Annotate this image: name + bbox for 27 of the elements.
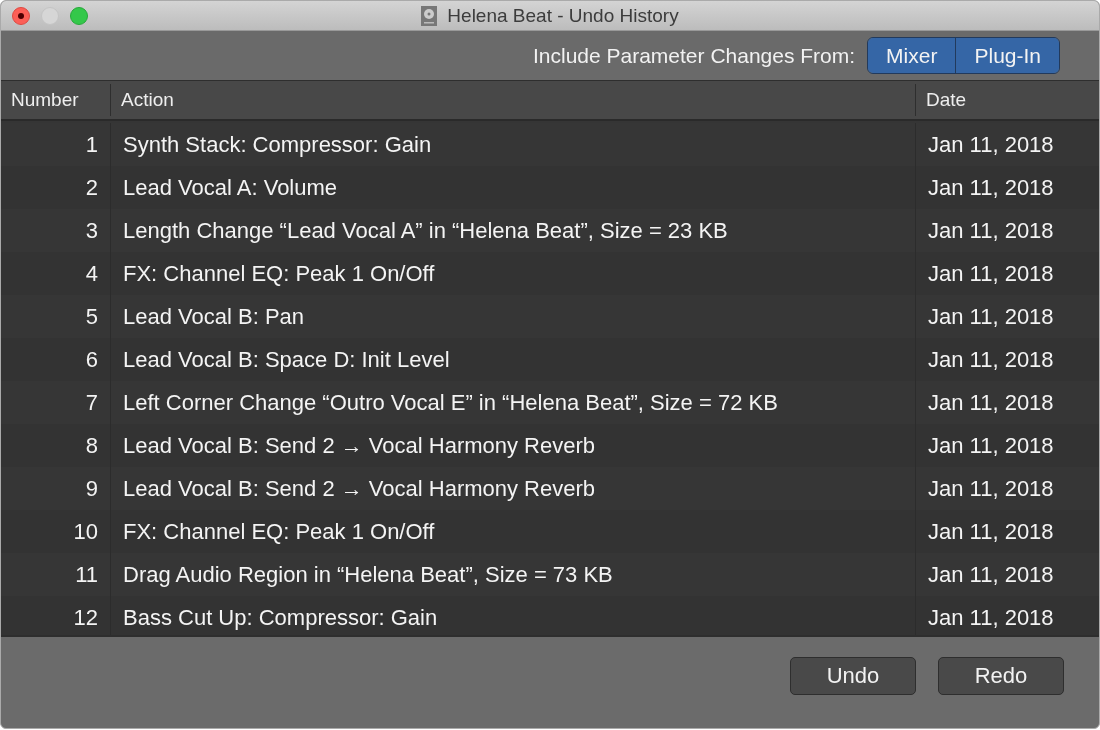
table-cell-text: Drag Audio Region in “Helena Beat”, Size = 73 KB: [122, 560, 614, 589]
action-button[interactable]: Undo: [790, 657, 916, 695]
zoom-button[interactable]: [70, 6, 88, 25]
table-cell-text: Bass Cut Up: Compressor: Gain: [122, 603, 439, 632]
table-cell-text: FX: Channel EQ: Peak 1 On/Off: [122, 259, 436, 288]
table-cell-text: Lead Vocal B: Space D: Init Level: [122, 345, 451, 374]
project-file-icon: [421, 5, 438, 26]
filter-label: Include Parameter Changes From:: [532, 43, 856, 68]
table-cell: 12: [1, 596, 111, 635]
column-header[interactable]: Action: [111, 84, 915, 116]
table-cell-text: Lead Vocal B: Send 2 → Vocal Harmony Reverb: [122, 474, 597, 503]
table-cell-text: Length Change “Lead Vocal A” in “Helena Beat”, Size = 23 KB: [122, 216, 729, 245]
table-cell-text: Lead Vocal B: Send 2 → Vocal Harmony Reverb: [122, 431, 597, 460]
table-cell-text: Lead Vocal A: Volume: [122, 173, 339, 202]
table-cell: Jan 11, 2018: [915, 596, 1099, 635]
table-cell-text: Lead Vocal B: Pan: [122, 302, 306, 331]
column-header[interactable]: Date: [915, 84, 1099, 116]
filter-toggle[interactable]: Mixer: [868, 38, 956, 73]
filter-toggle[interactable]: Plug-In: [955, 38, 1059, 73]
minimize-button[interactable]: [41, 6, 59, 25]
action-button[interactable]: Redo: [938, 657, 1064, 695]
table-cell-text: Left Corner Change “Outro Vocal E” in “Helena Beat”, Size = 72 KB: [122, 388, 779, 417]
table-cell-text: Synth Stack: Compressor: Gain: [122, 130, 433, 159]
window-title: Helena Beat - Undo History: [447, 4, 679, 27]
column-header[interactable]: Number: [1, 84, 111, 116]
close-button[interactable]: [12, 6, 30, 25]
table-cell-text: FX: Channel EQ: Peak 1 On/Off: [122, 517, 436, 546]
